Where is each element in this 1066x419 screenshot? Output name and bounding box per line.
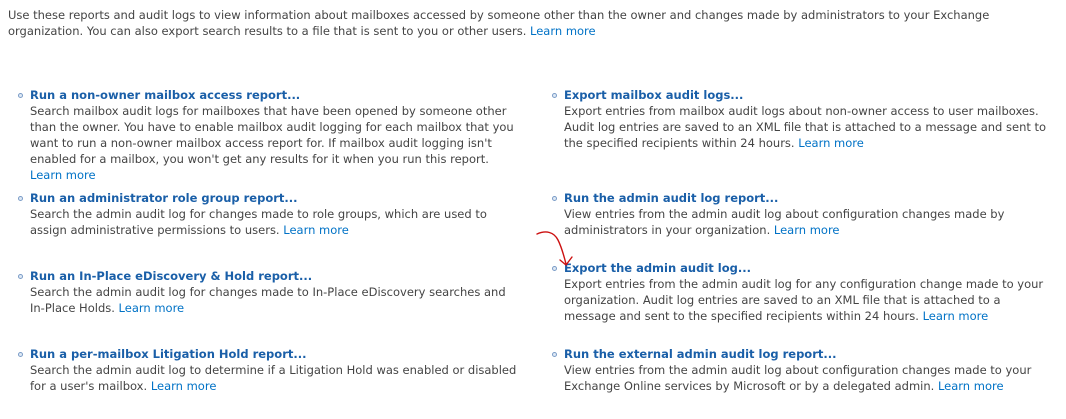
export-mailbox-audit-logs-link[interactable]: Export mailbox audit logs... bbox=[564, 87, 743, 103]
intro-text: Use these reports and audit logs to view… bbox=[8, 8, 990, 38]
bullet-icon bbox=[552, 196, 557, 201]
description-text: Search mailbox audit logs for mailboxes … bbox=[30, 104, 514, 166]
bullet-icon bbox=[18, 196, 23, 201]
learn-more-link[interactable]: Learn more bbox=[283, 223, 349, 237]
learn-more-link[interactable]: Learn more bbox=[30, 168, 96, 182]
report-description: Search mailbox audit logs for mailboxes … bbox=[30, 103, 523, 183]
bullet-icon bbox=[552, 352, 557, 357]
description-text: Search the admin audit log for changes m… bbox=[30, 207, 487, 237]
export-admin-audit-log-link[interactable]: Export the admin audit log... bbox=[564, 260, 751, 276]
learn-more-link[interactable]: Learn more bbox=[151, 379, 217, 393]
report-description: Search the admin audit log to determine … bbox=[30, 362, 523, 394]
learn-more-link[interactable]: Learn more bbox=[938, 379, 1004, 393]
intro-paragraph: Use these reports and audit logs to view… bbox=[8, 7, 1060, 39]
run-non-owner-mailbox-access-report-link[interactable]: Run a non-owner mailbox access report... bbox=[30, 87, 300, 103]
report-description: Search the admin audit log for changes m… bbox=[30, 284, 523, 316]
report-description: Export entries from mailbox audit logs a… bbox=[564, 103, 1052, 151]
intro-learn-more-link[interactable]: Learn more bbox=[530, 24, 596, 38]
run-per-mailbox-litigation-hold-report-link[interactable]: Run a per-mailbox Litigation Hold report… bbox=[30, 346, 306, 362]
learn-more-link[interactable]: Learn more bbox=[923, 309, 989, 323]
bullet-icon bbox=[552, 93, 557, 98]
report-description: View entries from the admin audit log ab… bbox=[564, 362, 1052, 394]
bullet-icon bbox=[18, 274, 23, 279]
run-administrator-role-group-report-link[interactable]: Run an administrator role group report..… bbox=[30, 190, 298, 206]
arrow-shaft bbox=[536, 231, 567, 265]
description-text: Search the admin audit log for changes m… bbox=[30, 285, 506, 315]
report-description: Search the admin audit log for changes m… bbox=[30, 206, 523, 238]
bullet-icon bbox=[18, 352, 23, 357]
learn-more-link[interactable]: Learn more bbox=[798, 136, 864, 150]
run-admin-audit-log-report-link[interactable]: Run the admin audit log report... bbox=[564, 190, 778, 206]
report-description: Export entries from the admin audit log … bbox=[564, 276, 1052, 324]
run-external-admin-audit-log-report-link[interactable]: Run the external admin audit log report.… bbox=[564, 346, 837, 362]
bullet-icon bbox=[18, 93, 23, 98]
description-text: Search the admin audit log to determine … bbox=[30, 363, 517, 393]
report-description: View entries from the admin audit log ab… bbox=[564, 206, 1052, 238]
annotation-arrow-icon bbox=[536, 231, 573, 266]
learn-more-link[interactable]: Learn more bbox=[119, 301, 185, 315]
learn-more-link[interactable]: Learn more bbox=[774, 223, 840, 237]
run-in-place-ediscovery-hold-report-link[interactable]: Run an In-Place eDiscovery & Hold report… bbox=[30, 268, 312, 284]
